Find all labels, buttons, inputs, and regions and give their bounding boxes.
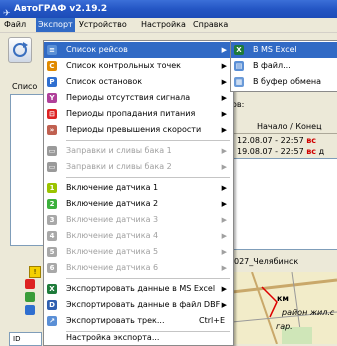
submenu-item-clipboard[interactable]: ▦ В буфер обмена — [231, 74, 337, 90]
menu-help[interactable]: Справка — [191, 18, 230, 32]
map-view[interactable]: км район жил.с гар. — [232, 272, 337, 344]
menu-item-trips-list[interactable]: ≡ Список рейсов ▶ — [44, 42, 233, 58]
map-text-km: км — [277, 294, 289, 303]
speeding-icon: » — [47, 125, 57, 135]
menu-separator — [66, 177, 230, 178]
vehicle-label: 027_Челябинск — [234, 257, 299, 266]
menu-item-sensor5[interactable]: 5 Включение датчика 5 ▶ — [44, 244, 233, 260]
excel-icon: X — [47, 284, 57, 294]
row-tag: вс — [306, 136, 317, 145]
menu-item-checkpoints[interactable]: C Список контрольных точек ▶ — [44, 58, 233, 74]
menu-item-stops[interactable]: P Список остановок ▶ — [44, 74, 233, 90]
menu-item-export-excel[interactable]: X Экспортировать данные в MS Excel ▶ — [44, 281, 233, 297]
checkpoints-icon: C — [47, 61, 57, 71]
menu-bar: Файл Экспорт Устройство Настройка Справк… — [0, 18, 337, 33]
submenu-item-excel[interactable]: X В MS Excel — [231, 42, 337, 58]
parking-icon — [25, 305, 35, 315]
row-time: 12.08.07 - 22:57 — [237, 136, 304, 145]
power-loss-icon: ⊟ — [47, 109, 57, 119]
sensor1-icon: 1 — [47, 183, 57, 193]
sensor6-icon: 6 — [47, 263, 57, 273]
menu-item-sensor4[interactable]: 4 Включение датчика 4 ▶ — [44, 228, 233, 244]
no-signal-icon: Y — [47, 93, 57, 103]
clipboard-icon: ▦ — [234, 77, 244, 87]
menu-item-no-signal[interactable]: Y Периоды отсутствия сигнала ▶ — [44, 90, 233, 106]
menu-item-tank1[interactable]: ▭ Заправки и сливы бака 1 ▶ — [44, 143, 233, 159]
row-tag: вс — [306, 147, 317, 156]
menu-item-speeding[interactable]: » Периоды превышения скорости ▶ — [44, 122, 233, 138]
left-panel-label: Списо — [12, 82, 38, 91]
list-panel[interactable] — [10, 94, 45, 246]
shortcut-label: Ctrl+E — [199, 316, 225, 325]
grid-header: Начало / Конец — [232, 121, 337, 134]
menu-device[interactable]: Устройство — [77, 18, 129, 32]
menu-separator — [66, 140, 230, 141]
tank2-icon: ▭ — [47, 162, 57, 172]
menu-item-tank2[interactable]: ▭ Заправки и сливы бака 2 ▶ — [44, 159, 233, 175]
menu-item-export-track[interactable]: ↗ Экспортировать трек... Ctrl+E — [44, 313, 233, 329]
menu-separator — [66, 278, 230, 279]
dbf-icon: D — [47, 300, 57, 310]
stops-icon: P — [47, 77, 57, 87]
sensor3-icon: 3 — [47, 215, 57, 225]
trips-grid[interactable] — [232, 158, 337, 250]
row-time: 19.08.07 - 22:57 — [237, 147, 304, 156]
menu-item-export-dbf[interactable]: D Экспортировать данные в файл DBF ▶ — [44, 297, 233, 313]
status-panel: ! ID — [0, 248, 43, 346]
menu-item-sensor3[interactable]: 3 Включение датчика 3 ▶ — [44, 212, 233, 228]
trips-list-icon: ≡ — [47, 45, 57, 55]
column-header-start-end[interactable]: Начало / Конец — [257, 121, 322, 133]
menu-file[interactable]: Файл — [2, 18, 28, 32]
ok-icon — [25, 292, 35, 302]
row-extra: д — [318, 147, 325, 156]
title-bar: ✈ АвтоГРАФ v2.19.2 — [0, 0, 337, 19]
toolbar-button[interactable] — [8, 37, 32, 63]
tank1-icon: ▭ — [47, 146, 57, 156]
submenu-item-file[interactable]: ▤ В файл... — [231, 58, 337, 74]
window-title: АвтоГРАФ v2.19.2 — [14, 4, 108, 14]
map-text-district: район жил.с — [282, 308, 335, 317]
alarm-icon — [25, 279, 35, 289]
refresh-icon — [13, 42, 28, 57]
menu-settings[interactable]: Настройка — [139, 18, 188, 32]
file-icon: ▤ — [234, 61, 244, 71]
warning-icon: ! — [29, 266, 41, 278]
menu-export[interactable]: Экспорт — [36, 18, 75, 32]
sensor2-icon: 2 — [47, 199, 57, 209]
menu-item-sensor1[interactable]: 1 Включение датчика 1 ▶ — [44, 180, 233, 196]
sensor4-icon: 4 — [47, 231, 57, 241]
track-icon: ↗ — [47, 316, 57, 326]
menu-item-sensor6[interactable]: 6 Включение датчика 6 ▶ — [44, 260, 233, 276]
map-text-gar: гар. — [276, 322, 293, 331]
menu-item-sensor2[interactable]: 2 Включение датчика 2 ▶ — [44, 196, 233, 212]
table-row[interactable]: 12.08.07 - 22:57 вс — [237, 136, 316, 145]
export-menu: ≡ Список рейсов ▶ C Список контрольных то… — [43, 40, 234, 346]
table-row[interactable]: 19.08.07 - 22:57 вс д — [237, 147, 324, 156]
excel-icon: X — [234, 45, 244, 55]
sensor5-icon: 5 — [47, 247, 57, 257]
trips-submenu: X В MS Excel ▤ В файл... ▦ В буфер обмен… — [230, 40, 337, 92]
menu-item-power-loss[interactable]: ⊟ Периоды пропадания питания ▶ — [44, 106, 233, 122]
